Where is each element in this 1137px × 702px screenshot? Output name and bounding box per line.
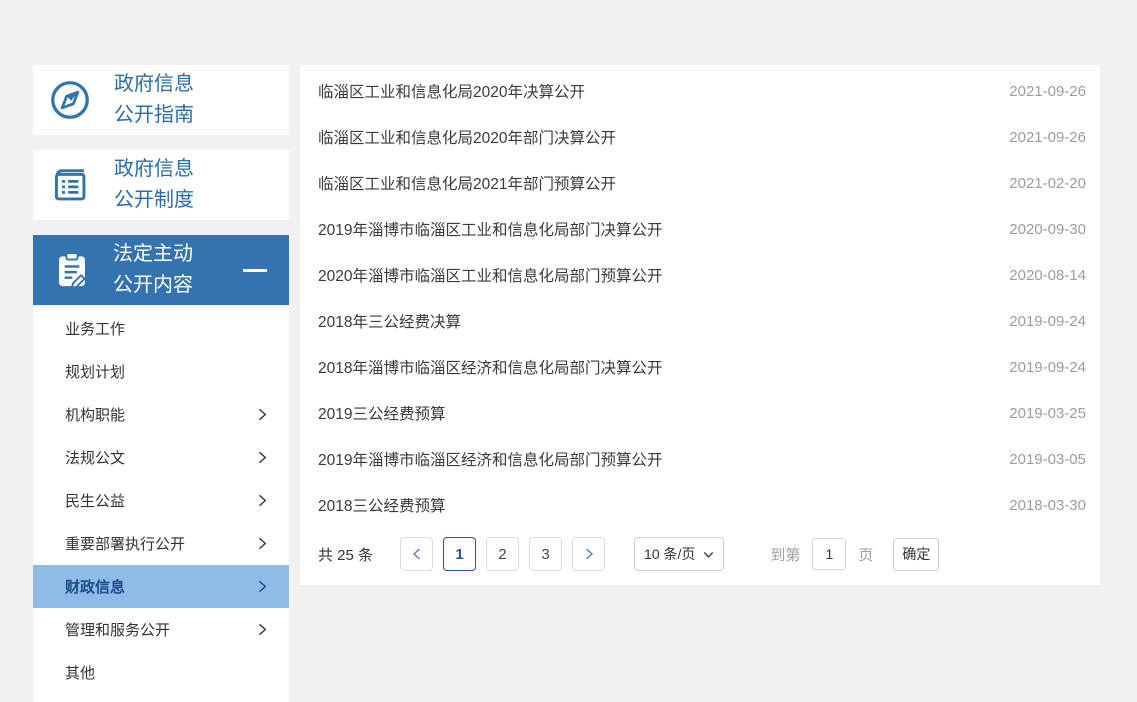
article-link[interactable]: 2019年淄博市临淄区经济和信息化局部门预算公开 xyxy=(318,448,662,470)
menu-item-label: 机构职能 xyxy=(65,404,125,425)
sidebar-item-other[interactable]: 其他 xyxy=(33,651,289,694)
article-list-panel: 临淄区工业和信息化局2020年决算公开 2021-09-26 临淄区工业和信息化… xyxy=(300,65,1100,585)
list-item: 2020年淄博市临淄区工业和信息化局部门预算公开 2020-08-14 xyxy=(300,252,1100,298)
list-item: 临淄区工业和信息化局2020年部门决算公开 2021-09-26 xyxy=(300,114,1100,160)
sidebar-section-legal-disclosure[interactable]: 法定主动 公开内容 xyxy=(33,235,289,305)
menu-item-label: 重要部署执行公开 xyxy=(65,533,185,554)
compass-icon xyxy=(48,78,92,122)
article-link[interactable]: 临淄区工业和信息化局2020年部门决算公开 xyxy=(318,126,616,148)
page-size-select[interactable]: 10 条/页 xyxy=(634,537,724,571)
goto-page-label: 到第 xyxy=(770,544,800,565)
article-date: 2019-09-24 xyxy=(1009,359,1086,376)
article-link[interactable]: 2019年淄博市临淄区工业和信息化局部门决算公开 xyxy=(318,218,662,240)
sidebar-item-livelihood[interactable]: 民生公益 xyxy=(33,479,289,522)
chevron-left-icon xyxy=(411,548,423,560)
sidebar-item-system-label: 政府信息 公开制度 xyxy=(114,154,194,216)
list-item: 2018年淄博市临淄区经济和信息化局部门决算公开 2019-09-24 xyxy=(300,344,1100,390)
article-date: 2020-09-30 xyxy=(1009,221,1086,238)
list-item: 2019年淄博市临淄区经济和信息化局部门预算公开 2019-03-05 xyxy=(300,436,1100,482)
sidebar-section-label: 法定主动 公开内容 xyxy=(113,239,243,301)
menu-item-label: 财政信息 xyxy=(65,576,125,597)
sidebar-item-planning[interactable]: 规划计划 xyxy=(33,350,289,393)
chevron-right-icon xyxy=(256,451,269,464)
sidebar-item-regulations[interactable]: 法规公文 xyxy=(33,436,289,479)
sidebar-item-deployment[interactable]: 重要部署执行公开 xyxy=(33,522,289,565)
list-item: 2018三公经费预算 2018-03-30 xyxy=(300,482,1100,528)
list-item: 临淄区工业和信息化局2020年决算公开 2021-09-26 xyxy=(300,68,1100,114)
list-item: 2018年三公经费决算 2019-09-24 xyxy=(300,298,1100,344)
article-date: 2019-03-05 xyxy=(1009,451,1086,468)
menu-item-label: 民生公益 xyxy=(65,490,125,511)
article-date: 2021-02-20 xyxy=(1009,175,1086,192)
sidebar-item-guide[interactable]: 政府信息 公开指南 xyxy=(33,65,289,135)
page-button-1[interactable]: 1 xyxy=(443,537,476,571)
menu-item-label: 其他 xyxy=(65,662,95,683)
minus-icon[interactable] xyxy=(243,269,267,272)
page-button-3[interactable]: 3 xyxy=(529,537,562,571)
sidebar-item-guide-label: 政府信息 公开指南 xyxy=(114,69,194,131)
next-page-button[interactable] xyxy=(572,537,605,571)
chevron-down-icon xyxy=(703,549,714,560)
sidebar-item-org-functions[interactable]: 机构职能 xyxy=(33,393,289,436)
sidebar-item-finance-info[interactable]: 财政信息 xyxy=(33,565,289,608)
pagination-bar: 共 25 条 1 2 3 10 条/页 到第 页 确定 xyxy=(300,534,1100,574)
article-date: 2020-08-14 xyxy=(1009,267,1086,284)
article-link[interactable]: 2019三公经费预算 xyxy=(318,402,445,424)
article-link[interactable]: 2018年淄博市临淄区经济和信息化局部门决算公开 xyxy=(318,356,662,378)
article-link[interactable]: 临淄区工业和信息化局2021年部门预算公开 xyxy=(318,172,616,194)
menu-item-label: 规划计划 xyxy=(65,361,125,382)
article-list: 临淄区工业和信息化局2020年决算公开 2021-09-26 临淄区工业和信息化… xyxy=(300,65,1100,528)
article-date: 2021-09-26 xyxy=(1009,129,1086,146)
article-date: 2021-09-26 xyxy=(1009,83,1086,100)
sidebar-menu: 业务工作 规划计划 机构职能 法规公文 民生公益 重要部署执行公开 xyxy=(33,305,289,702)
menu-item-label: 管理和服务公开 xyxy=(65,619,170,640)
sidebar-item-system[interactable]: 政府信息 公开制度 xyxy=(33,150,289,220)
article-date: 2019-03-25 xyxy=(1009,405,1086,422)
total-count: 共 25 条 xyxy=(318,544,373,565)
menu-item-label: 业务工作 xyxy=(65,318,125,339)
page-size-value: 10 条/页 xyxy=(644,544,695,564)
confirm-button[interactable]: 确定 xyxy=(893,538,939,571)
sidebar-item-management-service[interactable]: 管理和服务公开 xyxy=(33,608,289,651)
prev-page-button[interactable] xyxy=(400,537,433,571)
clipboard-pencil-icon xyxy=(51,249,93,291)
chevron-right-icon xyxy=(583,548,595,560)
page-button-2[interactable]: 2 xyxy=(486,537,519,571)
article-link[interactable]: 2018三公经费预算 xyxy=(318,494,445,516)
chevron-right-icon xyxy=(256,494,269,507)
goto-page-input[interactable] xyxy=(812,538,846,570)
chevron-right-icon xyxy=(256,408,269,421)
article-link[interactable]: 2018年三公经费决算 xyxy=(318,310,461,332)
chevron-right-icon xyxy=(256,537,269,550)
page-unit-label: 页 xyxy=(858,544,873,565)
chevron-right-icon xyxy=(256,623,269,636)
article-date: 2018-03-30 xyxy=(1009,497,1086,514)
chevron-right-icon xyxy=(256,580,269,593)
sidebar-item-business-work[interactable]: 业务工作 xyxy=(33,307,289,350)
book-list-icon xyxy=(48,163,92,207)
list-item: 2019年淄博市临淄区工业和信息化局部门决算公开 2020-09-30 xyxy=(300,206,1100,252)
article-link[interactable]: 2020年淄博市临淄区工业和信息化局部门预算公开 xyxy=(318,264,662,286)
article-link[interactable]: 临淄区工业和信息化局2020年决算公开 xyxy=(318,80,585,102)
list-item: 临淄区工业和信息化局2021年部门预算公开 2021-02-20 xyxy=(300,160,1100,206)
sidebar: 政府信息 公开指南 政府信息 公开制度 xyxy=(33,65,289,702)
list-item: 2019三公经费预算 2019-03-25 xyxy=(300,390,1100,436)
article-date: 2019-09-24 xyxy=(1009,313,1086,330)
menu-item-label: 法规公文 xyxy=(65,447,125,468)
